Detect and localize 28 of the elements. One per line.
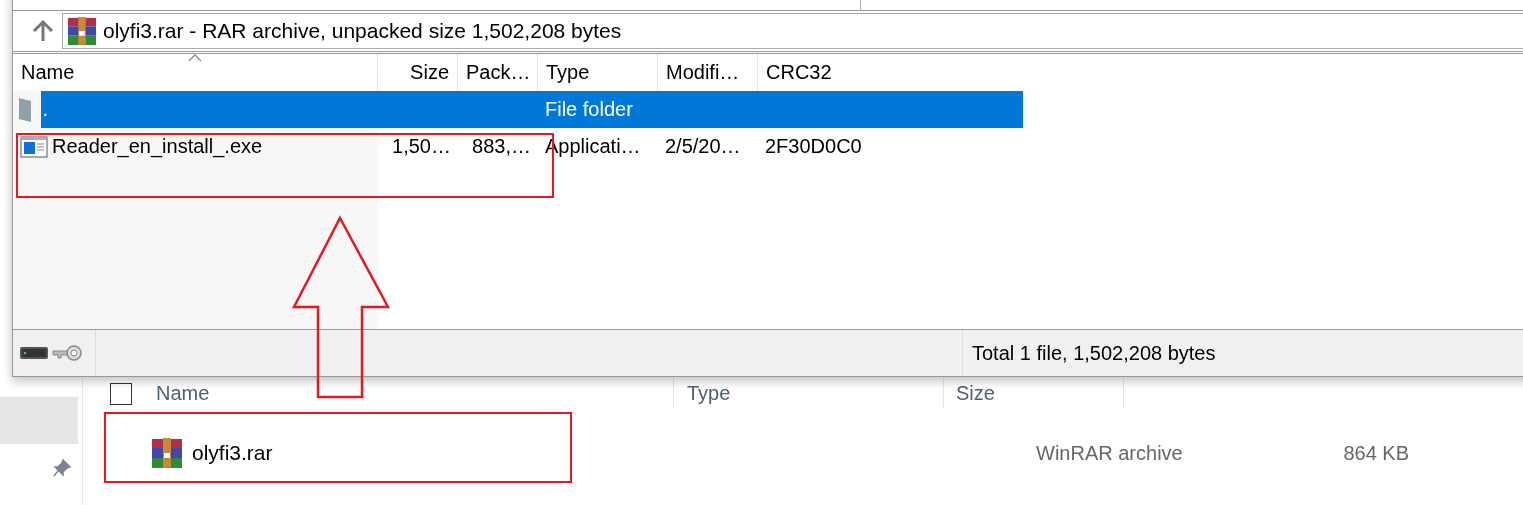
up-arrow-icon[interactable] (32, 19, 54, 43)
status-text: Total 1 file, 1,502,208 bytes (971, 341, 1216, 365)
file-row[interactable]: .. File folder (13, 91, 1023, 128)
address-field[interactable]: olyfi3.rar - RAR archive, unpacked size 1,502,208 bytes (62, 13, 1523, 49)
address-text: olyfi3.rar - RAR archive, unpacked size 1,502,208 bytes (103, 19, 622, 43)
file-type: WinRAR archive (1036, 441, 1184, 465)
packed-size: 883,… (472, 135, 531, 158)
books-icon (67, 16, 97, 46)
application-icon (20, 135, 48, 158)
file-name[interactable]: olyfi3.rar (192, 441, 273, 465)
column-header[interactable]: Type (674, 378, 944, 409)
folder-icon (19, 97, 31, 122)
modified-date: 2/5/20… (665, 135, 741, 158)
file-size: 864 KB (1342, 441, 1409, 465)
file-name: Reader_en_install_.exe (52, 135, 263, 158)
select-all-checkbox[interactable] (110, 382, 132, 405)
column-header[interactable]: CRC32 (758, 54, 1023, 91)
file-size: 1,50… (392, 135, 451, 158)
key-icon (51, 344, 83, 362)
sort-caret-icon (188, 54, 202, 62)
books-icon (151, 437, 183, 469)
pin-icon[interactable] (52, 458, 72, 478)
file-type: File folder (545, 98, 633, 121)
file-name: .. (37, 98, 49, 121)
column-header[interactable]: Name (132, 378, 674, 409)
drive-icon (19, 345, 49, 361)
column-header[interactable]: Size (944, 378, 1124, 409)
crc-value: 2F30D0C0 (765, 135, 862, 158)
